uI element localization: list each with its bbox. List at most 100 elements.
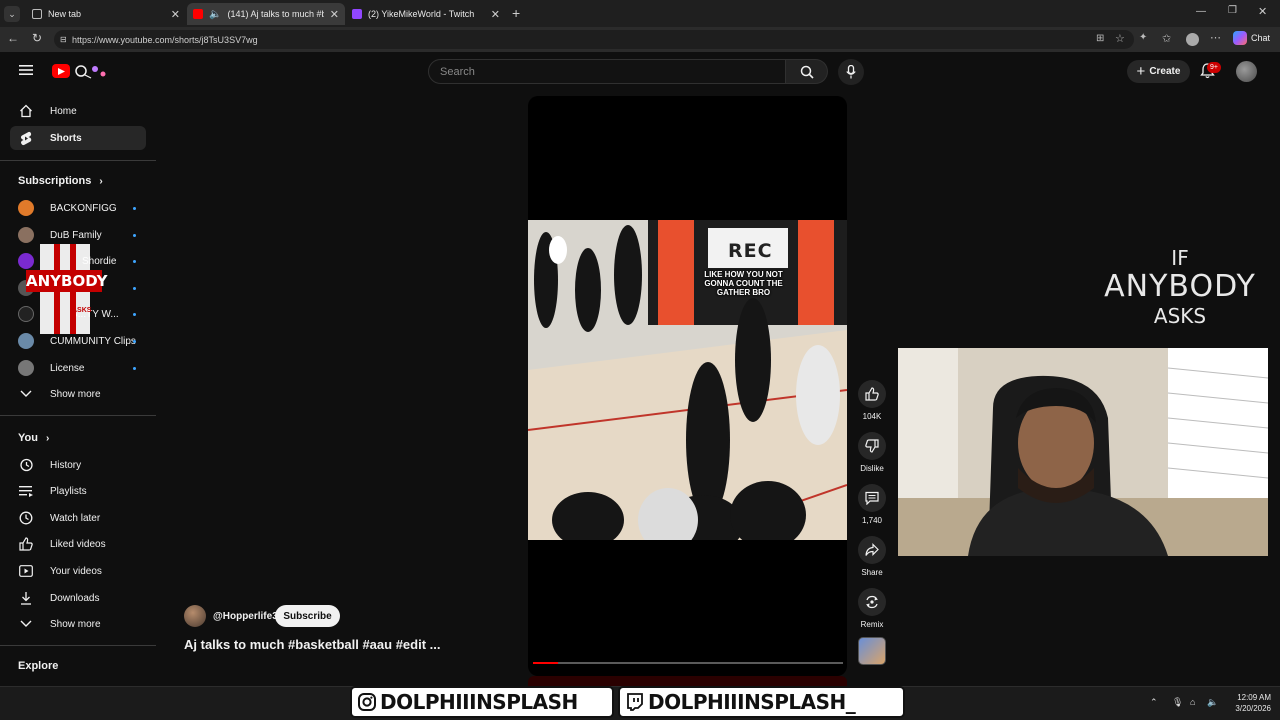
sidebar-item-label: Watch later [50,512,101,524]
home-icon [18,103,34,119]
extensions-icon[interactable]: ✦ [1139,32,1147,43]
search-input[interactable]: Search [428,59,786,84]
new-content-dot [133,206,136,210]
back-icon[interactable]: ← [5,31,21,45]
profile-avatar[interactable] [1186,33,1199,46]
sidebar-item-label: License [50,362,85,374]
minimize-icon[interactable]: — [1196,6,1206,17]
address-bar[interactable]: ⊟ https://www.youtube.com/shorts/j8TsU3S… [54,30,1134,49]
video-progress-track[interactable] [533,662,843,664]
tab-twitch[interactable]: (2) YikeMikeWorld - Twitch ✕ [346,3,506,25]
instagram-icon [358,693,376,711]
site-info-icon[interactable]: ⊟ [60,35,67,44]
tab-new-tab[interactable]: New tab ✕ [26,3,186,25]
sidebar-item-home[interactable]: Home [10,99,146,123]
tab-title: (2) YikeMikeWorld - Twitch [368,9,475,19]
search-button[interactable] [786,59,828,84]
sidebar-item-label: Show more [50,388,101,400]
comments-action[interactable]: 1,740 [857,484,887,525]
share-action[interactable]: Share [857,536,887,577]
plus-icon: + [1136,63,1146,80]
remix-button[interactable] [858,588,886,616]
sidebar-divider [0,415,156,416]
twitch-handle-box: DOLPHIIINSPLASH_ [618,686,905,718]
account-avatar[interactable] [1236,61,1257,82]
microphone-tray-icon[interactable]: 🎙 [1172,697,1183,708]
you-heading[interactable]: You › [18,432,49,444]
subscribe-button[interactable]: Subscribe [275,605,340,627]
like-button[interactable] [858,380,886,408]
sidebar-item-your-videos[interactable]: Your videos [10,559,146,583]
chevron-right-icon: › [45,432,50,444]
volume-icon[interactable]: 🔈 [1207,697,1218,708]
you-title: You [18,432,38,444]
window-close-icon[interactable]: ✕ [1258,5,1267,18]
video-frame[interactable]: REC LIKE HOW YOU NOT GONNA COUNT THE GAT… [528,220,847,540]
hamburger-menu-icon[interactable] [19,63,33,81]
tab-list-button[interactable]: ⌄ [4,6,20,22]
sidebar-item-label: BACKONFIGG [50,202,117,214]
remix-action[interactable]: Remix [857,588,887,629]
channel-handle[interactable]: @Hopperlife3 [213,611,278,622]
microphone-icon [846,65,856,79]
thumbs-down-icon [865,439,879,453]
refresh-icon[interactable]: ↻ [29,31,45,45]
sidebar-item-playlists[interactable]: Playlists [10,479,146,503]
youtube-logo-icon[interactable] [52,64,70,78]
system-clock[interactable]: 12:09 AM 3/20/2026 [1226,692,1271,714]
comments-button[interactable] [858,484,886,512]
sidebar-item-liked-videos[interactable]: Liked videos [10,532,146,556]
favorite-star-icon[interactable]: ☆ [1115,32,1125,45]
basketball-video-scene [528,220,847,540]
tab-close-icon[interactable]: ✕ [330,8,339,21]
subscriptions-heading[interactable]: Subscriptions › [18,175,103,187]
remix-icon [866,595,878,609]
like-action[interactable]: 104K [857,380,887,421]
tab-title: New tab [48,9,82,19]
sidebar-item-history[interactable]: History [10,453,146,477]
more-menu-icon[interactable]: ⋯ [1210,31,1221,44]
youtube-doodle-icon[interactable] [73,62,109,80]
new-content-dot [133,233,136,237]
sidebar-subscription-backonfigg[interactable]: BACKONFIGG [10,196,146,220]
youtube-favicon-icon [193,9,203,19]
tab-close-icon[interactable]: ✕ [491,8,500,21]
notifications-badge: 9+ [1207,62,1221,73]
dislike-button[interactable] [858,432,886,460]
restore-icon[interactable]: ❐ [1228,5,1237,16]
video-progress-fill [533,662,558,664]
new-tab-icon [32,9,42,19]
app-available-icon[interactable]: ⊞ [1096,33,1104,44]
sound-thumbnail[interactable] [858,637,886,665]
twitch-icon [627,693,643,711]
share-button[interactable] [858,536,886,564]
overlay-line-2: ANYBODY [1104,269,1256,304]
clock-date: 3/20/2026 [1235,704,1271,713]
channel-avatar[interactable] [184,605,206,627]
sidebar-item-shorts[interactable]: Shorts [10,126,146,150]
dislike-action[interactable]: Dislike [857,432,887,473]
network-icon[interactable]: ⌂ [1190,697,1195,707]
tab-close-icon[interactable]: ✕ [171,8,180,21]
short-title[interactable]: Aj talks to much #basketball #aau #edit … [184,637,440,652]
comment-count: 1,740 [861,516,883,525]
copilot-chat-button[interactable]: Chat [1233,31,1270,45]
speaker-icon[interactable]: 🔈 [209,9,221,20]
tray-chevron-icon[interactable]: ⌃ [1150,697,1158,708]
chevron-down-icon [18,616,34,632]
create-button[interactable]: + Create [1127,60,1190,83]
sidebar-item-label: Playlists [50,485,87,497]
sidebar-item-downloads[interactable]: Downloads [10,586,146,610]
shorts-icon [18,130,34,146]
sidebar-show-more-subscriptions[interactable]: Show more [10,382,146,406]
sidebar-show-more-you[interactable]: Show more [10,612,146,636]
instagram-handle-box: DOLPHIIINSPLASH [350,686,614,718]
sidebar-item-label: DuB Family [50,229,102,241]
sidebar-subscription-license[interactable]: License [10,356,146,380]
sidebar-item-watch-later[interactable]: Watch later [10,506,146,530]
voice-search-button[interactable] [838,59,864,85]
favorites-icon[interactable]: ✩ [1162,32,1171,45]
sidebar-item-label: Home [50,105,77,117]
new-tab-plus-icon[interactable]: + [512,5,520,21]
tab-youtube-short[interactable]: 🔈 (141) Aj talks to much #baske ✕ [187,3,345,25]
